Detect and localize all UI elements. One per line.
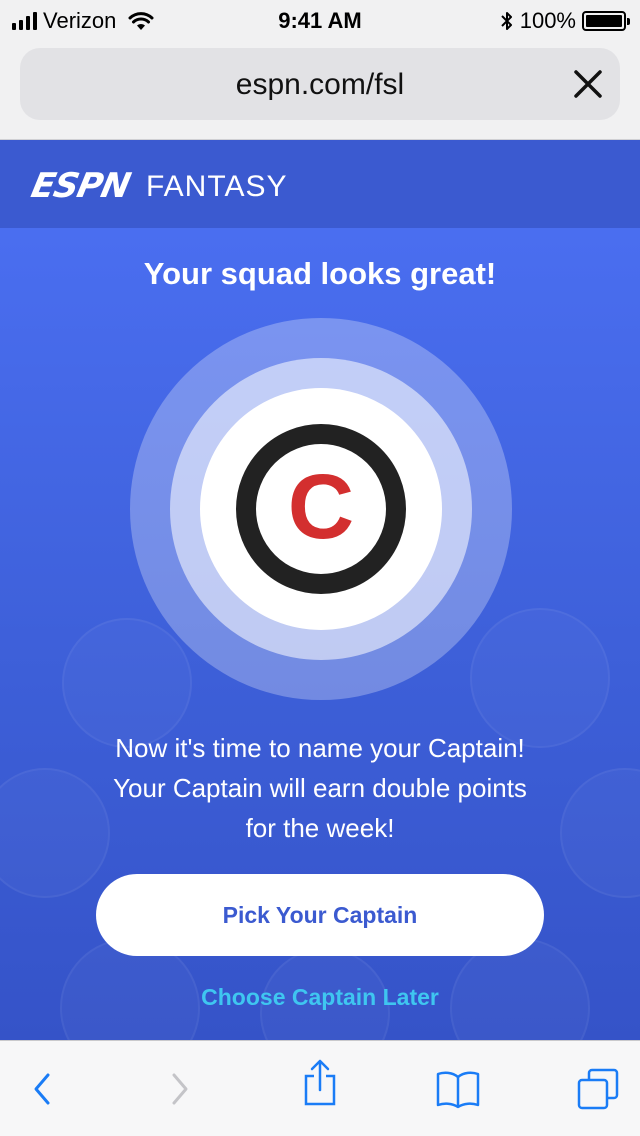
url-text[interactable]: espn.com/fsl: [20, 68, 620, 102]
espn-logo[interactable]: ESPN: [28, 166, 134, 206]
tabs-icon: [577, 1068, 619, 1110]
close-icon[interactable]: [570, 66, 606, 102]
forward-button[interactable]: [156, 1065, 204, 1113]
share-button[interactable]: [296, 1059, 344, 1107]
fantasy-label: FANTASY: [146, 170, 288, 203]
status-bar: Verizon 9:41 AM 100%: [0, 0, 640, 40]
browser-toolbar: [0, 1040, 640, 1136]
captain-badge-letter: C: [287, 456, 355, 558]
tabs-button[interactable]: [574, 1065, 622, 1113]
decorative-ball: [470, 608, 610, 748]
status-right: 100%: [500, 8, 630, 34]
chevron-left-icon: [34, 1073, 50, 1105]
bluetooth-icon: [501, 12, 512, 30]
message-line: Now it's time to name your Captain!: [115, 733, 525, 763]
chevron-right-icon: [172, 1073, 188, 1105]
message-line: for the week!: [245, 813, 395, 843]
share-icon: [304, 1059, 336, 1106]
bookmarks-button[interactable]: [434, 1065, 482, 1113]
battery-percent: 100%: [519, 8, 576, 33]
captain-badge-icon: C: [236, 424, 406, 594]
captain-message: Now it's time to name your Captain! Your…: [40, 728, 600, 848]
choose-captain-later-link[interactable]: Choose Captain Later: [0, 984, 640, 1011]
page-title: Your squad looks great!: [143, 256, 497, 291]
espn-header: ESPN FANTASY: [0, 140, 640, 228]
browser-address-area: espn.com/fsl: [0, 40, 640, 140]
back-button[interactable]: [18, 1065, 66, 1113]
captain-prompt-panel: Your squad looks great! C Now it's time …: [0, 228, 640, 1040]
book-icon: [436, 1071, 480, 1109]
message-line: Your Captain will earn double points: [113, 773, 527, 803]
battery-icon: [582, 11, 630, 31]
address-bar[interactable]: espn.com/fsl: [20, 48, 620, 120]
pick-captain-button[interactable]: Pick Your Captain: [96, 874, 544, 956]
